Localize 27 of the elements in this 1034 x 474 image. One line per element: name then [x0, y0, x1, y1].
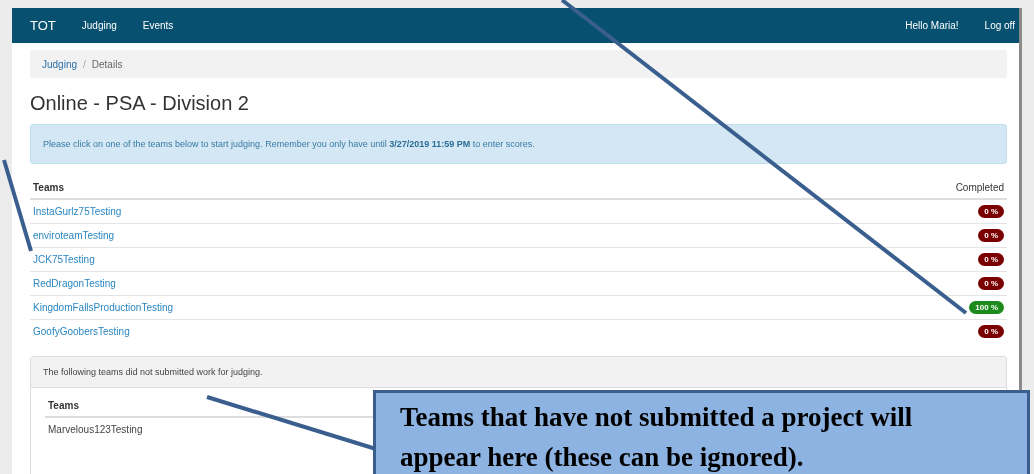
- completion-badge: 0 %: [978, 325, 1004, 338]
- nav-link[interactable]: Events: [142, 20, 174, 31]
- team-link[interactable]: KingdomFallsProductionTesting: [33, 302, 174, 313]
- breadcrumb-separator: /: [83, 58, 86, 70]
- team-link[interactable]: JCK75Testing: [33, 254, 95, 265]
- logoff-link[interactable]: Log off: [984, 20, 1015, 31]
- team-name: Marvelous123Testing: [48, 424, 143, 435]
- team-link[interactable]: InstaGurlz75Testing: [33, 206, 122, 217]
- callout-box: Teams that have not submitted a project will appear here (these can be ignored).: [373, 390, 1030, 474]
- completion-badge: 100 %: [969, 301, 1004, 314]
- column-header: Teams: [30, 178, 743, 199]
- panel-heading: The following teams did not submitted work for judging.: [31, 357, 1006, 388]
- breadcrumb-link[interactable]: Judging: [42, 58, 78, 70]
- team-link[interactable]: GoofyGoobersTesting: [33, 326, 130, 337]
- completion-badge: 0 %: [978, 205, 1004, 218]
- info-alert: Please click on one of the teams below to start judging. Remember you only have until 3/27/2019 11:59 PM to enter scores.: [30, 124, 1007, 164]
- greeting-link[interactable]: Hello Maria!: [905, 20, 959, 31]
- brand-link[interactable]: TOT: [30, 18, 56, 33]
- nav-link[interactable]: Judging: [81, 20, 117, 31]
- completion-badge: 0 %: [978, 229, 1004, 242]
- column-header: Completed: [742, 178, 1007, 199]
- team-link[interactable]: RedDragonTesting: [33, 278, 116, 289]
- completion-badge: 0 %: [978, 277, 1004, 290]
- team-link[interactable]: enviroteamTesting: [33, 230, 115, 241]
- page-title: Online - PSA - Division 2: [30, 92, 250, 115]
- completion-badge: 0 %: [978, 253, 1004, 266]
- breadcrumb-current: Details: [91, 58, 123, 70]
